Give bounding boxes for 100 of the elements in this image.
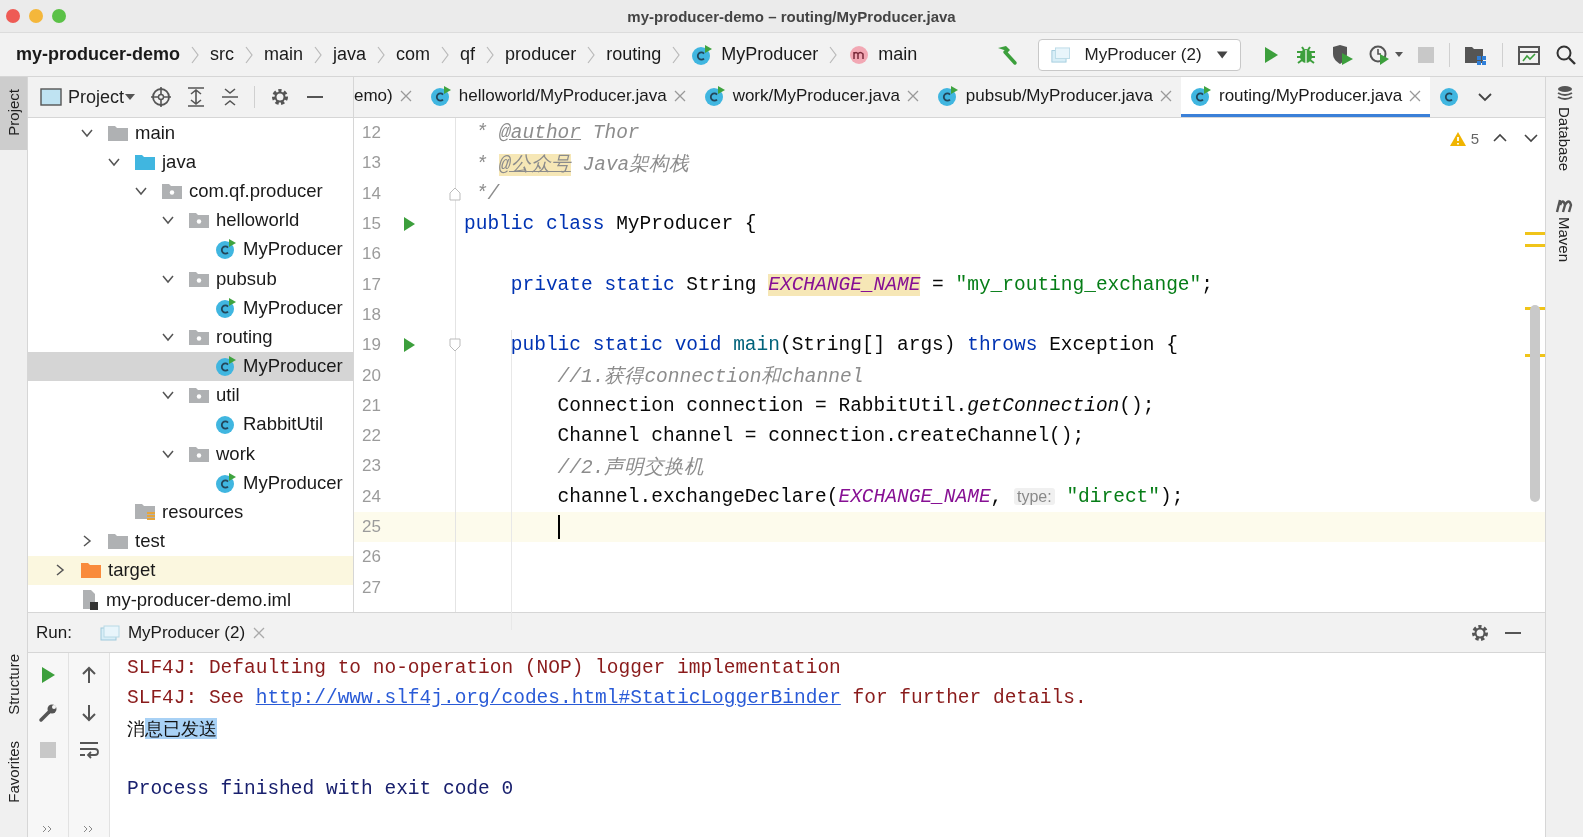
breadcrumb[interactable]: com: [396, 44, 431, 65]
tree-item[interactable]: java: [28, 147, 353, 177]
line-number: 12: [361, 123, 382, 144]
run-icon[interactable]: [402, 337, 416, 354]
tree-item[interactable]: main: [28, 118, 353, 148]
editor-tab[interactable]: helloworld/MyProducer.java: [420, 77, 695, 117]
tool-window-tab[interactable]: Project: [0, 77, 27, 150]
tree-item[interactable]: util: [28, 380, 353, 410]
chart-window-icon[interactable]: [1517, 43, 1541, 66]
run-tab[interactable]: MyProducer (2): [99, 613, 266, 652]
tree-item[interactable]: resources: [28, 497, 353, 527]
breadcrumb[interactable]: my-producer-demo: [16, 44, 181, 65]
tool-window-tab[interactable]: Maven: [1556, 217, 1573, 285]
chevron-down-icon[interactable]: [1477, 91, 1494, 103]
chevron-down-icon[interactable]: [1524, 133, 1538, 143]
breadcrumb[interactable]: main: [264, 44, 304, 65]
breadcrumb[interactable]: producer: [505, 44, 577, 65]
breadcrumb[interactable]: routing: [606, 44, 662, 65]
runnable-class-icon: [691, 43, 714, 66]
separator-icon: [587, 44, 596, 65]
expand-all-icon[interactable]: [186, 86, 207, 108]
window-icon: [99, 624, 120, 641]
tree-item[interactable]: MyProducer: [28, 468, 353, 498]
line-number: 21: [361, 395, 382, 416]
line-number: 23: [361, 456, 382, 477]
package-icon: [188, 386, 210, 405]
console-line: 消息已发送: [127, 716, 217, 741]
collapse-all-icon[interactable]: [220, 86, 241, 108]
tree-item[interactable]: helloworld: [28, 205, 353, 235]
tree-item[interactable]: MyProducer: [28, 234, 353, 264]
close-window-button[interactable]: [6, 9, 20, 23]
close-icon[interactable]: [906, 89, 919, 102]
caret-icon: [124, 93, 137, 101]
window-icon: [1051, 45, 1071, 64]
arrow-up-icon[interactable]: [80, 665, 98, 685]
soft-wrap-icon[interactable]: [79, 741, 99, 759]
tree-item[interactable]: com.qf.producer: [28, 176, 353, 206]
tree-item[interactable]: target: [28, 555, 353, 585]
editor-tab[interactable]: routing/MyProducer.java: [1180, 77, 1431, 117]
method-icon: [848, 43, 871, 66]
code-line: channel.exchangeDeclare(EXCHANGE_NAME, type: "direct");: [556, 485, 1184, 508]
breadcrumb[interactable]: src: [210, 44, 235, 65]
shield-run-icon[interactable]: [1331, 43, 1355, 66]
code-line: private static String EXCHANGE_NAME = "my_routing_exchange";: [509, 273, 1213, 296]
crosshair-icon[interactable]: [150, 86, 173, 108]
warnings-indicator[interactable]: 5: [1448, 130, 1479, 147]
line-number: 26: [361, 547, 382, 568]
line-number: 25: [361, 517, 382, 537]
project-view-dropdown[interactable]: Project: [68, 86, 137, 108]
breadcrumb[interactable]: java: [333, 44, 367, 65]
close-icon[interactable]: [1409, 89, 1422, 102]
tool-window-tab[interactable]: Favorites: [0, 729, 27, 817]
search-icon[interactable]: [1555, 43, 1577, 66]
close-icon[interactable]: [1159, 89, 1172, 102]
window-title: my-producer-demo – routing/MyProducer.java: [627, 7, 956, 25]
runnable-class-icon: [215, 238, 237, 261]
breadcrumb[interactable]: MyProducer: [721, 44, 819, 65]
wrench-icon[interactable]: [38, 703, 58, 723]
link[interactable]: http://www.slf4j.org/codes.html#StaticLoggerBinder: [255, 687, 841, 710]
runnable-class-icon: [1189, 84, 1212, 107]
run-icon[interactable]: [402, 216, 416, 233]
tree-item[interactable]: pubsub: [28, 263, 353, 294]
scrollbar-thumb[interactable]: [1530, 305, 1540, 502]
tool-window-tab[interactable]: Structure: [0, 642, 27, 730]
runnable-class-icon: [703, 84, 726, 107]
tree-item[interactable]: work: [28, 439, 353, 469]
breadcrumb[interactable]: main: [878, 44, 918, 65]
clock-run-icon[interactable]: [1369, 43, 1403, 66]
tree-item[interactable]: test: [28, 526, 353, 556]
package-icon: [188, 327, 210, 346]
close-icon[interactable]: [399, 89, 412, 102]
editor-tab[interactable]: pubsub/MyProducer.java: [927, 77, 1181, 117]
line-number: 17: [361, 274, 382, 295]
overflow-icon[interactable]: [42, 825, 54, 833]
close-icon[interactable]: [673, 89, 686, 102]
line-number: 16: [361, 244, 382, 265]
tree-item[interactable]: RabbitUtil: [28, 409, 353, 440]
package-icon: [188, 444, 210, 463]
package-icon: [161, 181, 183, 200]
class-icon: [215, 413, 237, 436]
run-configuration-dropdown[interactable]: MyProducer (2): [1038, 38, 1241, 71]
separator-icon: [377, 44, 386, 65]
code-line: public class MyProducer {: [464, 213, 757, 236]
overflow-icon[interactable]: [83, 825, 95, 833]
database-icon: [1555, 85, 1574, 103]
breadcrumb[interactable]: qf: [460, 44, 476, 65]
tool-window-tab[interactable]: Database: [1556, 107, 1573, 194]
arrow-down-icon[interactable]: [80, 703, 98, 723]
resources-folder-icon: [134, 502, 156, 523]
editor-tab[interactable]: emo): [354, 77, 421, 117]
tree-item[interactable]: MyProducer: [28, 293, 353, 323]
panel-icon: [40, 87, 62, 107]
chevron-up-icon[interactable]: [1493, 133, 1507, 143]
tree-item[interactable]: my-producer-demo.iml: [28, 585, 353, 612]
tree-item[interactable]: routing: [28, 322, 353, 352]
caret-icon: [1215, 49, 1228, 60]
tree-item[interactable]: MyProducer: [28, 351, 353, 381]
code-line: * @author Thor: [474, 122, 640, 145]
editor-tab[interactable]: work/MyProducer.java: [694, 77, 928, 117]
separator-icon: [314, 44, 323, 65]
